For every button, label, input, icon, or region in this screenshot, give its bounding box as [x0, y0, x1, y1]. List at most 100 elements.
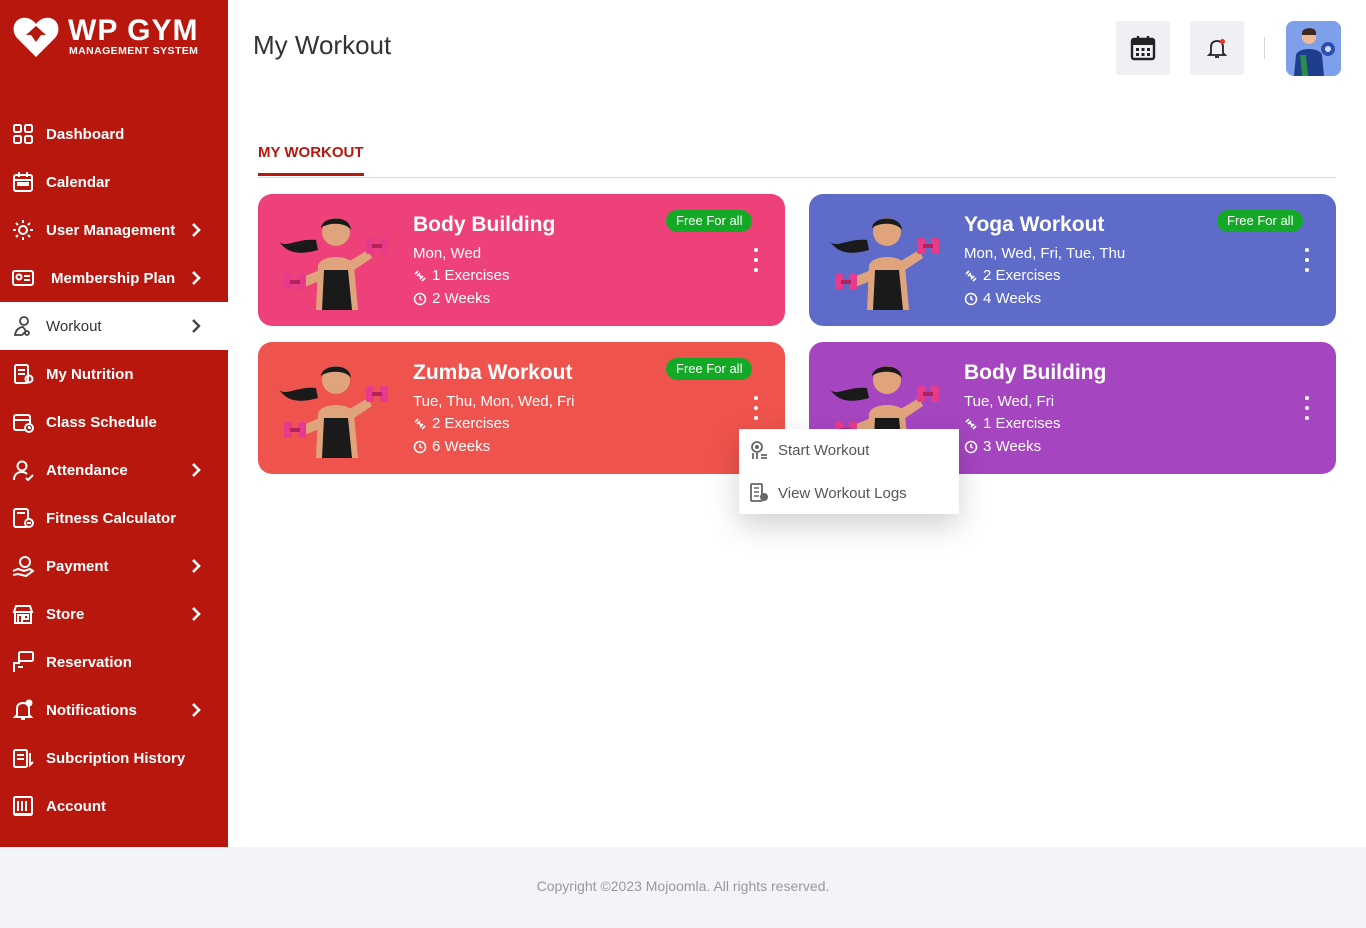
- duration-value: 3 Weeks: [983, 438, 1042, 455]
- workout-days: Tue, Wed, Fri: [964, 393, 1055, 410]
- sidebar-item-label: Reservation: [46, 653, 132, 671]
- menu-item-label: View Workout Logs: [778, 484, 907, 502]
- sidebar-item-label: Store: [46, 605, 85, 623]
- menu-item-label: Start Workout: [778, 441, 870, 459]
- sidebar-item-label: User Management: [46, 221, 176, 239]
- workout-logs-icon: [749, 483, 769, 503]
- workout-days: Mon, Wed: [413, 245, 482, 262]
- brand-subtitle: MANAGEMENT SYSTEM: [69, 45, 199, 57]
- workout-days: Mon, Wed, Fri, Tue, Thu: [964, 245, 1126, 262]
- attendance-icon: [12, 459, 34, 481]
- workout-duration: 4 Weeks: [964, 290, 1041, 307]
- bell-icon: [12, 699, 34, 721]
- workout-card[interactable]: Yoga Workout Mon, Wed, Fri, Tue, Thu 2 E…: [809, 194, 1336, 326]
- chevron-right-icon: [192, 271, 201, 285]
- workout-days: Tue, Thu, Mon, Wed, Fri: [413, 393, 575, 410]
- store-icon: [12, 603, 34, 625]
- sidebar-item-fitness-calculator[interactable]: Fitness Calculator: [0, 494, 228, 542]
- sidebar-item-membership-plan[interactable]: Membership Plan: [0, 254, 228, 302]
- sidebar-item-label: Workout: [46, 317, 102, 335]
- calendar-icon: [1130, 36, 1156, 61]
- sidebar-item-my-nutrition[interactable]: My Nutrition: [0, 350, 228, 398]
- sidebar-item-label: Notifications: [46, 701, 137, 719]
- workout-duration: 6 Weeks: [413, 438, 490, 455]
- clock-icon: [413, 440, 427, 454]
- logo-heart-icon: [13, 17, 59, 58]
- sidebar-item-account[interactable]: Account: [0, 782, 228, 830]
- duration-value: 2 Weeks: [432, 290, 491, 307]
- sidebar-item-class-schedule[interactable]: Class Schedule: [0, 398, 228, 446]
- logo[interactable]: WP GYM MANAGEMENT SYSTEM: [12, 14, 222, 64]
- sidebar: WP GYM MANAGEMENT SYSTEM Dashboard Calen…: [0, 0, 228, 847]
- workout-duration: 3 Weeks: [964, 438, 1041, 455]
- chevron-right-icon: [192, 463, 201, 477]
- more-options-button[interactable]: [746, 396, 766, 420]
- brand-title: WP GYM: [68, 14, 199, 47]
- sidebar-item-attendance[interactable]: Attendance: [0, 446, 228, 494]
- class-schedule-icon: [12, 411, 34, 433]
- sidebar-item-store[interactable]: Store: [0, 590, 228, 638]
- exercise-count: 1 Exercises: [432, 267, 510, 284]
- workout-icon: [12, 315, 34, 337]
- avatar[interactable]: [1286, 21, 1341, 76]
- clock-icon: [964, 440, 978, 454]
- status-badge: Free For all: [666, 358, 753, 380]
- status-badge: Free For all: [666, 210, 753, 232]
- sidebar-item-label: Fitness Calculator: [46, 509, 177, 527]
- start-workout-menu-item[interactable]: Start Workout: [739, 430, 959, 470]
- tab-divider: [258, 177, 1336, 178]
- membership-card-icon: [12, 267, 34, 289]
- more-options-button[interactable]: [1297, 248, 1317, 272]
- sidebar-item-notifications[interactable]: Notifications: [0, 686, 228, 734]
- notification-button[interactable]: [1190, 21, 1244, 75]
- exercise-count: 1 Exercises: [983, 415, 1061, 432]
- workout-card[interactable]: Zumba Workout Tue, Thu, Mon, Wed, Fri 2 …: [258, 342, 785, 474]
- user-avatar-icon: [1286, 21, 1341, 76]
- chevron-right-icon: [192, 319, 201, 333]
- copyright-text: Copyright ©2023 Mojoomla. All rights res…: [536, 878, 830, 894]
- workout-duration: 2 Weeks: [413, 290, 490, 307]
- chevron-right-icon: [192, 223, 201, 237]
- sidebar-item-user-management[interactable]: User Management: [0, 206, 228, 254]
- workout-name: Body Building: [964, 361, 1107, 384]
- dashboard-grid-icon: [12, 123, 34, 145]
- duration-value: 4 Weeks: [983, 290, 1042, 307]
- users-gear-icon: [12, 219, 34, 241]
- nutrition-icon: [12, 363, 34, 385]
- workout-photo: [829, 218, 939, 310]
- status-badge: Free For all: [1217, 210, 1304, 232]
- tab-my-workout[interactable]: MY WORKOUT: [258, 144, 364, 176]
- subscription-history-icon: [12, 747, 34, 769]
- sidebar-item-label: Dashboard: [46, 125, 125, 143]
- chevron-right-icon: [192, 703, 201, 717]
- sidebar-item-payment[interactable]: Payment: [0, 542, 228, 590]
- view-workout-logs-menu-item[interactable]: View Workout Logs: [739, 473, 959, 513]
- sidebar-item-label: Subcription History: [46, 749, 186, 767]
- clock-icon: [413, 292, 427, 306]
- sidebar-item-label: Calendar: [46, 173, 111, 191]
- reservation-icon: [12, 651, 34, 673]
- sidebar-item-label: Class Schedule: [46, 413, 157, 431]
- account-icon: [12, 795, 34, 817]
- more-options-button[interactable]: [746, 248, 766, 272]
- workout-exercises: 1 Exercises: [413, 267, 510, 284]
- sidebar-item-label: Attendance: [46, 461, 128, 479]
- workout-photo: [278, 366, 388, 458]
- workout-card[interactable]: Body Building Mon, Wed 1 Exercises 2 Wee…: [258, 194, 785, 326]
- sidebar-item-subscription-history[interactable]: Subcription History: [0, 734, 228, 782]
- sidebar-item-calendar[interactable]: Calendar: [0, 158, 228, 206]
- calculator-icon: [12, 507, 34, 529]
- sidebar-item-reservation[interactable]: Reservation: [0, 638, 228, 686]
- more-options-button[interactable]: [1297, 396, 1317, 420]
- sidebar-item-workout[interactable]: Workout: [0, 302, 228, 350]
- start-workout-icon: [749, 440, 769, 460]
- chevron-right-icon: [192, 607, 201, 621]
- sidebar-item-dashboard[interactable]: Dashboard: [0, 110, 228, 158]
- sidebar-nav: Dashboard Calendar User Management Membe…: [0, 110, 228, 830]
- workout-exercises: 1 Exercises: [964, 415, 1061, 432]
- calendar-button[interactable]: [1116, 21, 1170, 75]
- payment-icon: [12, 555, 34, 577]
- exercise-count: 2 Exercises: [432, 415, 510, 432]
- calendar-icon: [12, 171, 34, 193]
- workout-name: Zumba Workout: [413, 361, 573, 384]
